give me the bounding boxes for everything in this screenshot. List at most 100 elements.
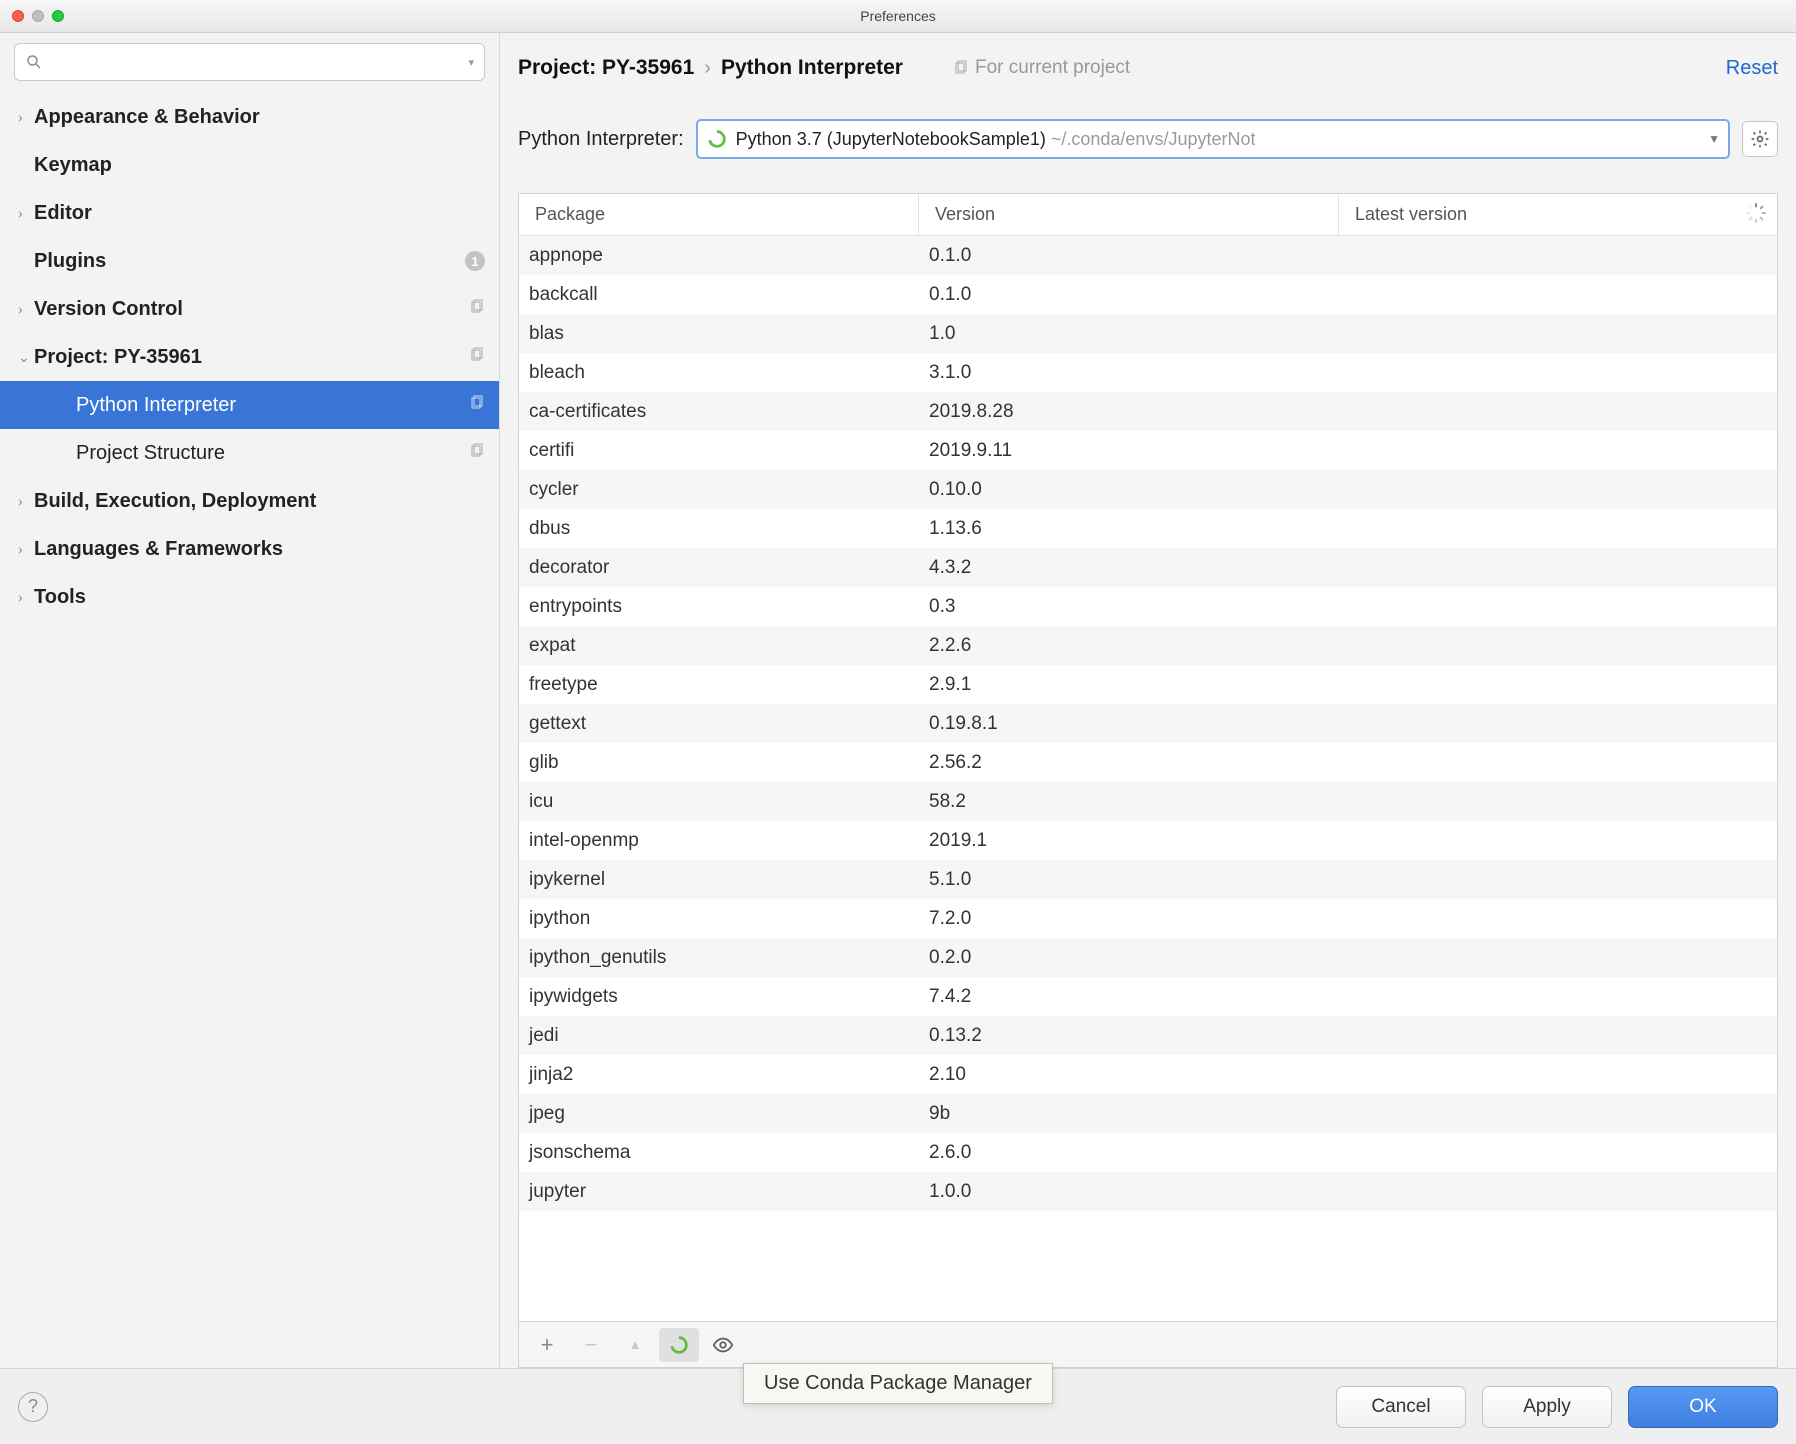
copy-icon <box>469 442 485 465</box>
cell-version: 3.1.0 <box>919 362 1339 384</box>
table-row[interactable]: certifi2019.9.11 <box>519 431 1777 470</box>
sidebar-item-keymap[interactable]: Keymap <box>0 141 499 189</box>
titlebar: Preferences <box>0 0 1796 33</box>
search-field[interactable] <box>51 54 460 70</box>
cell-version: 0.2.0 <box>919 947 1339 969</box>
table-row[interactable]: bleach3.1.0 <box>519 353 1777 392</box>
window-title: Preferences <box>0 8 1796 24</box>
table-row[interactable]: jpeg9b <box>519 1094 1777 1133</box>
table-row[interactable]: freetype2.9.1 <box>519 665 1777 704</box>
interpreter-settings-button[interactable] <box>1742 121 1778 157</box>
cell-package: ipykernel <box>519 869 919 891</box>
table-row[interactable]: cycler0.10.0 <box>519 470 1777 509</box>
reset-link[interactable]: Reset <box>1726 57 1778 80</box>
sidebar-item-version-control[interactable]: ›Version Control <box>0 285 499 333</box>
breadcrumb-item: Python Interpreter <box>721 56 903 80</box>
table-row[interactable]: intel-openmp2019.1 <box>519 821 1777 860</box>
sidebar-item-tools[interactable]: ›Tools <box>0 573 499 621</box>
sidebar-item-label: Project: PY-35961 <box>34 346 469 369</box>
breadcrumb: Project: PY-35961 › Python Interpreter F… <box>518 43 1778 93</box>
table-row[interactable]: icu58.2 <box>519 782 1777 821</box>
add-package-button[interactable]: + <box>527 1328 567 1362</box>
sidebar-item-label: Tools <box>34 586 485 609</box>
ok-button[interactable]: OK <box>1628 1386 1778 1428</box>
cell-package: ipywidgets <box>519 986 919 1008</box>
sidebar-item-languages-frameworks[interactable]: ›Languages & Frameworks <box>0 525 499 573</box>
breadcrumb-item[interactable]: Project: PY-35961 <box>518 56 694 80</box>
table-row[interactable]: dbus1.13.6 <box>519 509 1777 548</box>
upgrade-package-button[interactable]: ▲ <box>615 1328 655 1362</box>
table-body: appnope0.1.0backcall0.1.0blas1.0bleach3.… <box>519 236 1777 1321</box>
settings-tree: ›Appearance & BehaviorKeymap›EditorPlugi… <box>0 91 499 1368</box>
badge: 1 <box>465 251 485 271</box>
apply-button[interactable]: Apply <box>1482 1386 1612 1428</box>
cell-package: decorator <box>519 557 919 579</box>
table-row[interactable]: ipykernel5.1.0 <box>519 860 1777 899</box>
interpreter-label: Python Interpreter: <box>518 128 684 151</box>
help-button[interactable]: ? <box>18 1392 48 1422</box>
table-row[interactable]: jupyter1.0.0 <box>519 1172 1777 1211</box>
table-row[interactable]: jinja22.10 <box>519 1055 1777 1094</box>
column-version[interactable]: Version <box>919 194 1339 235</box>
scope-hint: For current project <box>953 57 1130 79</box>
table-row[interactable]: ipython7.2.0 <box>519 899 1777 938</box>
table-row[interactable]: glib2.56.2 <box>519 743 1777 782</box>
column-latest[interactable]: Latest version <box>1339 194 1777 235</box>
cell-version: 2019.9.11 <box>919 440 1339 462</box>
cell-package: gettext <box>519 713 919 735</box>
cell-version: 58.2 <box>919 791 1339 813</box>
chevron-icon: › <box>18 589 34 605</box>
table-row[interactable]: jedi0.13.2 <box>519 1016 1777 1055</box>
sidebar-item-plugins[interactable]: Plugins1 <box>0 237 499 285</box>
minus-icon: − <box>585 1332 598 1358</box>
table-row[interactable]: entrypoints0.3 <box>519 587 1777 626</box>
sidebar-item-label: Python Interpreter <box>76 394 469 417</box>
chevron-icon: › <box>18 541 34 557</box>
sidebar-item-project-py-35961[interactable]: ⌄Project: PY-35961 <box>0 333 499 381</box>
sidebar-item-python-interpreter[interactable]: Python Interpreter <box>0 381 499 429</box>
sidebar-item-build-execution-deployment[interactable]: ›Build, Execution, Deployment <box>0 477 499 525</box>
table-row[interactable]: backcall0.1.0 <box>519 275 1777 314</box>
chevron-icon: › <box>18 493 34 509</box>
cell-package: dbus <box>519 518 919 540</box>
table-row[interactable]: ipywidgets7.4.2 <box>519 977 1777 1016</box>
cell-version: 5.1.0 <box>919 869 1339 891</box>
sidebar-item-label: Editor <box>34 202 485 225</box>
cancel-button[interactable]: Cancel <box>1336 1386 1466 1428</box>
column-package[interactable]: Package <box>519 194 919 235</box>
table-row[interactable]: ca-certificates2019.8.28 <box>519 392 1777 431</box>
sidebar-item-label: Project Structure <box>76 442 469 465</box>
cell-package: freetype <box>519 674 919 696</box>
sidebar-item-label: Build, Execution, Deployment <box>34 490 485 513</box>
cell-version: 1.13.6 <box>919 518 1339 540</box>
cell-package: jupyter <box>519 1181 919 1203</box>
search-icon <box>25 53 43 71</box>
main-panel: Project: PY-35961 › Python Interpreter F… <box>500 33 1796 1368</box>
interpreter-dropdown[interactable]: Python 3.7 (JupyterNotebookSample1) ~/.c… <box>696 119 1730 159</box>
cell-package: expat <box>519 635 919 657</box>
cell-version: 9b <box>919 1103 1339 1125</box>
copy-icon <box>469 346 485 369</box>
sidebar-item-project-structure[interactable]: Project Structure <box>0 429 499 477</box>
chevron-down-icon: ▼ <box>1708 132 1720 146</box>
table-row[interactable]: decorator4.3.2 <box>519 548 1777 587</box>
show-early-releases-button[interactable] <box>703 1328 743 1362</box>
sidebar-item-label: Keymap <box>34 154 485 177</box>
tooltip: Use Conda Package Manager <box>743 1363 1053 1404</box>
conda-package-manager-button[interactable] <box>659 1328 699 1362</box>
table-row[interactable]: gettext0.19.8.1 <box>519 704 1777 743</box>
sidebar-item-appearance-behavior[interactable]: ›Appearance & Behavior <box>0 93 499 141</box>
breadcrumb-separator: › <box>704 57 711 80</box>
table-row[interactable]: blas1.0 <box>519 314 1777 353</box>
cell-package: cycler <box>519 479 919 501</box>
sidebar-item-editor[interactable]: ›Editor <box>0 189 499 237</box>
remove-package-button[interactable]: − <box>571 1328 611 1362</box>
table-row[interactable]: ipython_genutils0.2.0 <box>519 938 1777 977</box>
search-input[interactable]: ▾ <box>14 43 485 81</box>
table-row[interactable]: jsonschema2.6.0 <box>519 1133 1777 1172</box>
chevron-icon: › <box>18 109 34 125</box>
table-row[interactable]: appnope0.1.0 <box>519 236 1777 275</box>
sidebar-item-label: Plugins <box>34 250 465 273</box>
table-row[interactable]: expat2.2.6 <box>519 626 1777 665</box>
search-chevron-icon[interactable]: ▾ <box>468 56 474 69</box>
